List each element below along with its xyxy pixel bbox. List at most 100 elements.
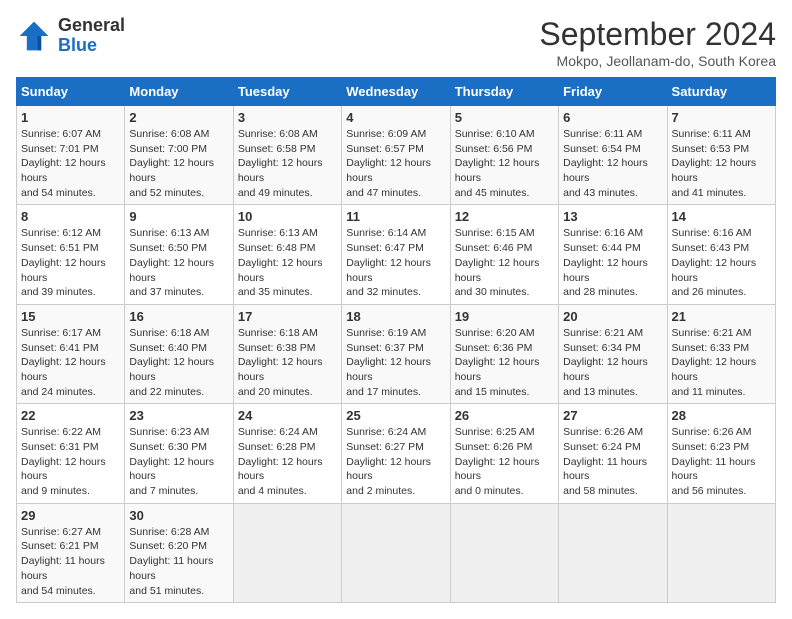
day-info: Sunrise: 6:09 AMSunset: 6:57 PMDaylight:… [346,127,445,200]
day-number: 16 [129,309,228,324]
calendar-cell: 11 Sunrise: 6:14 AMSunset: 6:47 PMDaylig… [342,205,450,304]
day-number: 11 [346,209,445,224]
day-number: 19 [455,309,554,324]
day-info: Sunrise: 6:15 AMSunset: 6:46 PMDaylight:… [455,226,554,299]
day-info: Sunrise: 6:24 AMSunset: 6:28 PMDaylight:… [238,425,337,498]
day-info: Sunrise: 6:28 AMSunset: 6:20 PMDaylight:… [129,525,228,598]
weekday-header-tuesday: Tuesday [233,78,341,106]
calendar-cell: 8 Sunrise: 6:12 AMSunset: 6:51 PMDayligh… [17,205,125,304]
day-number: 8 [21,209,120,224]
weekday-header-saturday: Saturday [667,78,775,106]
calendar-week-row-2: 8 Sunrise: 6:12 AMSunset: 6:51 PMDayligh… [17,205,776,304]
day-info: Sunrise: 6:19 AMSunset: 6:37 PMDaylight:… [346,326,445,399]
day-info: Sunrise: 6:23 AMSunset: 6:30 PMDaylight:… [129,425,228,498]
calendar-cell [233,503,341,602]
calendar-week-row-4: 22 Sunrise: 6:22 AMSunset: 6:31 PMDaylig… [17,404,776,503]
day-info: Sunrise: 6:22 AMSunset: 6:31 PMDaylight:… [21,425,120,498]
day-number: 29 [21,508,120,523]
day-number: 22 [21,408,120,423]
day-info: Sunrise: 6:14 AMSunset: 6:47 PMDaylight:… [346,226,445,299]
weekday-header-sunday: Sunday [17,78,125,106]
logo-text: General Blue [58,16,125,56]
calendar-cell: 7 Sunrise: 6:11 AMSunset: 6:53 PMDayligh… [667,106,775,205]
weekday-header-row: SundayMondayTuesdayWednesdayThursdayFrid… [17,78,776,106]
day-number: 2 [129,110,228,125]
calendar-cell: 27 Sunrise: 6:26 AMSunset: 6:24 PMDaylig… [559,404,667,503]
day-info: Sunrise: 6:18 AMSunset: 6:38 PMDaylight:… [238,326,337,399]
calendar-cell [667,503,775,602]
day-number: 24 [238,408,337,423]
calendar-cell: 26 Sunrise: 6:25 AMSunset: 6:26 PMDaylig… [450,404,558,503]
logo: General Blue [16,16,125,56]
day-number: 1 [21,110,120,125]
calendar-cell: 4 Sunrise: 6:09 AMSunset: 6:57 PMDayligh… [342,106,450,205]
calendar-cell: 20 Sunrise: 6:21 AMSunset: 6:34 PMDaylig… [559,304,667,403]
day-info: Sunrise: 6:08 AMSunset: 7:00 PMDaylight:… [129,127,228,200]
day-info: Sunrise: 6:27 AMSunset: 6:21 PMDaylight:… [21,525,120,598]
day-info: Sunrise: 6:18 AMSunset: 6:40 PMDaylight:… [129,326,228,399]
day-info: Sunrise: 6:17 AMSunset: 6:41 PMDaylight:… [21,326,120,399]
calendar-cell: 17 Sunrise: 6:18 AMSunset: 6:38 PMDaylig… [233,304,341,403]
day-number: 4 [346,110,445,125]
day-info: Sunrise: 6:16 AMSunset: 6:44 PMDaylight:… [563,226,662,299]
day-number: 15 [21,309,120,324]
day-number: 20 [563,309,662,324]
day-info: Sunrise: 6:25 AMSunset: 6:26 PMDaylight:… [455,425,554,498]
weekday-header-thursday: Thursday [450,78,558,106]
day-number: 7 [672,110,771,125]
day-number: 25 [346,408,445,423]
day-info: Sunrise: 6:11 AMSunset: 6:54 PMDaylight:… [563,127,662,200]
weekday-header-monday: Monday [125,78,233,106]
day-number: 18 [346,309,445,324]
day-number: 14 [672,209,771,224]
calendar-cell: 12 Sunrise: 6:15 AMSunset: 6:46 PMDaylig… [450,205,558,304]
calendar-cell: 29 Sunrise: 6:27 AMSunset: 6:21 PMDaylig… [17,503,125,602]
calendar-week-row-5: 29 Sunrise: 6:27 AMSunset: 6:21 PMDaylig… [17,503,776,602]
day-info: Sunrise: 6:26 AMSunset: 6:24 PMDaylight:… [563,425,662,498]
calendar-cell: 9 Sunrise: 6:13 AMSunset: 6:50 PMDayligh… [125,205,233,304]
calendar-cell: 16 Sunrise: 6:18 AMSunset: 6:40 PMDaylig… [125,304,233,403]
calendar-cell: 5 Sunrise: 6:10 AMSunset: 6:56 PMDayligh… [450,106,558,205]
calendar-table: SundayMondayTuesdayWednesdayThursdayFrid… [16,77,776,603]
day-number: 21 [672,309,771,324]
day-number: 12 [455,209,554,224]
calendar-cell: 25 Sunrise: 6:24 AMSunset: 6:27 PMDaylig… [342,404,450,503]
calendar-cell: 15 Sunrise: 6:17 AMSunset: 6:41 PMDaylig… [17,304,125,403]
day-info: Sunrise: 6:13 AMSunset: 6:50 PMDaylight:… [129,226,228,299]
calendar-week-row-3: 15 Sunrise: 6:17 AMSunset: 6:41 PMDaylig… [17,304,776,403]
calendar-cell: 13 Sunrise: 6:16 AMSunset: 6:44 PMDaylig… [559,205,667,304]
title-block: September 2024 Mokpo, Jeollanam-do, Sout… [539,16,776,69]
calendar-cell: 2 Sunrise: 6:08 AMSunset: 7:00 PMDayligh… [125,106,233,205]
day-number: 6 [563,110,662,125]
calendar-cell [559,503,667,602]
day-number: 26 [455,408,554,423]
day-info: Sunrise: 6:26 AMSunset: 6:23 PMDaylight:… [672,425,771,498]
calendar-cell: 6 Sunrise: 6:11 AMSunset: 6:54 PMDayligh… [559,106,667,205]
calendar-cell: 24 Sunrise: 6:24 AMSunset: 6:28 PMDaylig… [233,404,341,503]
day-info: Sunrise: 6:11 AMSunset: 6:53 PMDaylight:… [672,127,771,200]
day-info: Sunrise: 6:07 AMSunset: 7:01 PMDaylight:… [21,127,120,200]
calendar-cell: 18 Sunrise: 6:19 AMSunset: 6:37 PMDaylig… [342,304,450,403]
calendar-cell: 14 Sunrise: 6:16 AMSunset: 6:43 PMDaylig… [667,205,775,304]
weekday-header-friday: Friday [559,78,667,106]
calendar-cell: 21 Sunrise: 6:21 AMSunset: 6:33 PMDaylig… [667,304,775,403]
day-info: Sunrise: 6:12 AMSunset: 6:51 PMDaylight:… [21,226,120,299]
day-info: Sunrise: 6:21 AMSunset: 6:34 PMDaylight:… [563,326,662,399]
day-number: 17 [238,309,337,324]
day-number: 30 [129,508,228,523]
location: Mokpo, Jeollanam-do, South Korea [539,53,776,69]
calendar-cell: 28 Sunrise: 6:26 AMSunset: 6:23 PMDaylig… [667,404,775,503]
day-info: Sunrise: 6:13 AMSunset: 6:48 PMDaylight:… [238,226,337,299]
calendar-cell: 22 Sunrise: 6:22 AMSunset: 6:31 PMDaylig… [17,404,125,503]
day-number: 28 [672,408,771,423]
day-info: Sunrise: 6:10 AMSunset: 6:56 PMDaylight:… [455,127,554,200]
weekday-header-wednesday: Wednesday [342,78,450,106]
day-number: 5 [455,110,554,125]
calendar-cell: 30 Sunrise: 6:28 AMSunset: 6:20 PMDaylig… [125,503,233,602]
day-number: 27 [563,408,662,423]
calendar-cell [450,503,558,602]
calendar-cell: 23 Sunrise: 6:23 AMSunset: 6:30 PMDaylig… [125,404,233,503]
calendar-cell: 10 Sunrise: 6:13 AMSunset: 6:48 PMDaylig… [233,205,341,304]
day-info: Sunrise: 6:16 AMSunset: 6:43 PMDaylight:… [672,226,771,299]
day-info: Sunrise: 6:24 AMSunset: 6:27 PMDaylight:… [346,425,445,498]
